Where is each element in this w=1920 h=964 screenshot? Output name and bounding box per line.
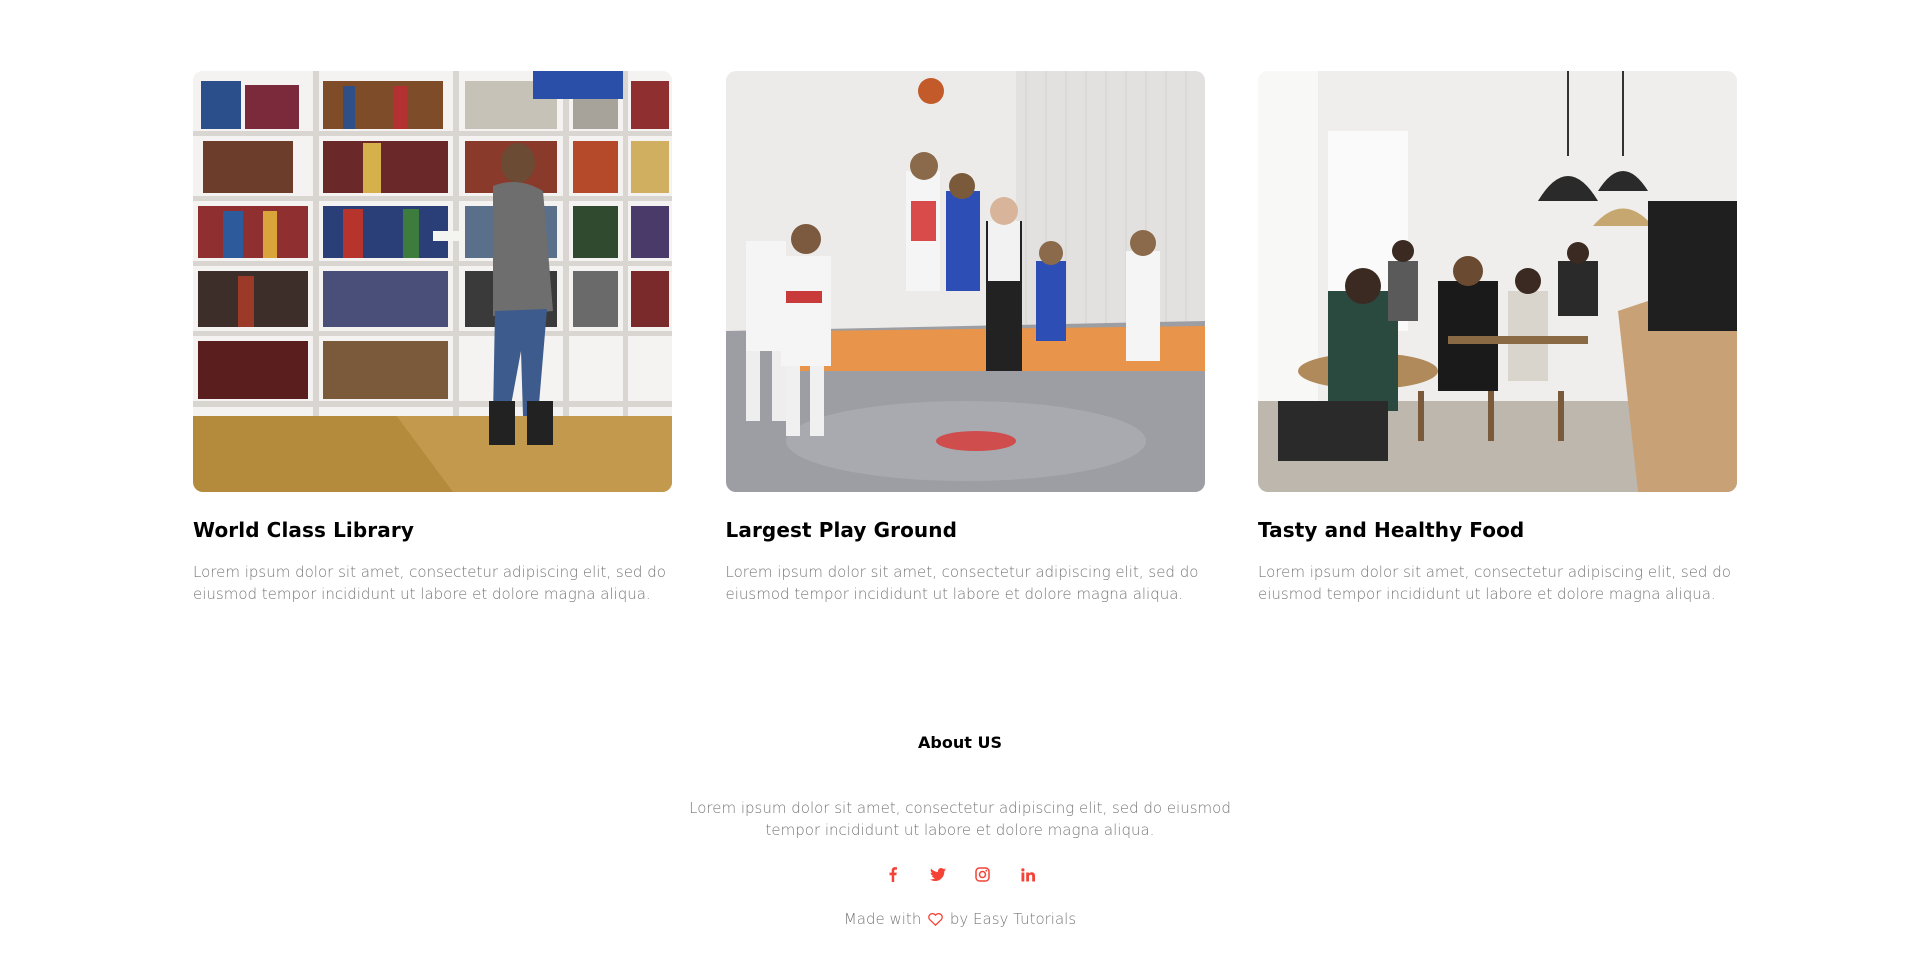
twitter-icon[interactable] (927, 864, 948, 885)
footer: About US Lorem ipsum dolor sit amet, con… (0, 728, 1920, 932)
cafeteria-photo (1258, 71, 1737, 492)
footer-title: About US (918, 733, 1002, 752)
facility-card-library: World Class Library Lorem ipsum dolor si… (193, 71, 672, 605)
facility-title: Largest Play Ground (725, 518, 958, 542)
facility-description: Lorem ipsum dolor sit amet, consectetur … (1258, 563, 1731, 603)
facility-title: World Class Library (193, 518, 414, 542)
made-with-credit: Made with by Easy Tutorials (0, 908, 1920, 932)
made-with-prefix: Made with (843, 910, 922, 928)
facility-title: Tasty and Healthy Food (1258, 518, 1525, 542)
footer-about-text: Lorem ipsum dolor sit amet, consectetur … (689, 799, 1231, 839)
linkedin-icon[interactable] (1017, 864, 1038, 885)
instagram-icon[interactable] (972, 864, 993, 885)
library-photo (193, 71, 672, 492)
social-links (0, 864, 1920, 885)
facility-card-playground: Largest Play Ground Lorem ipsum dolor si… (725, 71, 1205, 605)
made-with-suffix: by Easy Tutorials (949, 910, 1077, 928)
heart-icon (928, 910, 943, 932)
facebook-icon[interactable] (882, 864, 903, 885)
facility-description: Lorem ipsum dolor sit amet, consectetur … (725, 563, 1199, 603)
basketball-photo (725, 71, 1205, 492)
facility-card-food: Tasty and Healthy Food Lorem ipsum dolor… (1258, 71, 1737, 605)
facilities-section: World Class Library Lorem ipsum dolor si… (193, 71, 1737, 605)
facility-description: Lorem ipsum dolor sit amet, consectetur … (193, 563, 666, 603)
